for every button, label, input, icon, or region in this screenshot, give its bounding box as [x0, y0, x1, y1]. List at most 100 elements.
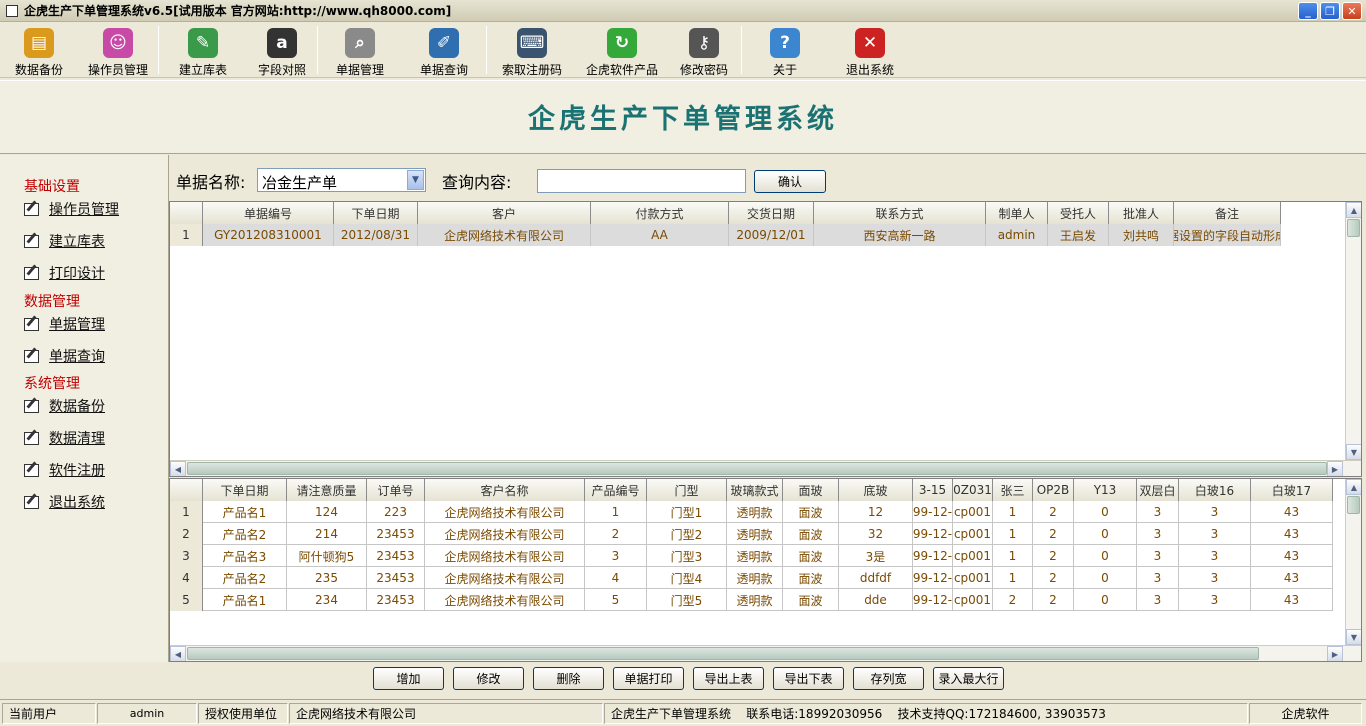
table-cell[interactable]: 23453 [367, 567, 425, 589]
sidebar-item-1-0[interactable]: 单据管理 [24, 314, 105, 334]
table-cell[interactable]: 企虎网络技术有限公司 [425, 545, 585, 567]
table-cell[interactable]: 214 [287, 523, 367, 545]
table-cell[interactable]: cp001 [953, 501, 993, 523]
scroll-down-icon[interactable]: ▼ [1346, 444, 1361, 460]
table-cell[interactable]: cp001 [953, 523, 993, 545]
table-cell[interactable]: 产品名2 [203, 523, 287, 545]
column-header[interactable]: 双层白 [1137, 479, 1179, 501]
table-cell[interactable]: 2009/12/01 [729, 224, 814, 246]
column-header[interactable]: 张三 [993, 479, 1033, 501]
table-cell[interactable]: 0 [1074, 589, 1137, 611]
action-button-7[interactable]: 录入最大行 [933, 667, 1004, 690]
toolbar-button-5[interactable]: ✐ 单据查询 [402, 22, 486, 78]
table-cell[interactable]: 3 [585, 545, 647, 567]
table-cell[interactable]: 899-12-3 [913, 523, 953, 545]
toolbar-button-8[interactable]: ⚷ 修改密码 [667, 22, 741, 78]
scroll-thumb[interactable] [1347, 219, 1360, 237]
table-cell[interactable]: 企虎网络技术有限公司 [425, 567, 585, 589]
column-header[interactable]: 门型 [647, 479, 727, 501]
table-cell[interactable]: 3 [1179, 523, 1251, 545]
action-button-2[interactable]: 删除 [533, 667, 604, 690]
table-cell[interactable]: cp001 [953, 545, 993, 567]
action-button-0[interactable]: 增加 [373, 667, 444, 690]
column-header[interactable]: 订单号 [367, 479, 425, 501]
table-cell[interactable]: dde [839, 589, 913, 611]
column-header[interactable]: 白玻16 [1179, 479, 1251, 501]
table-cell[interactable]: 3 [1179, 589, 1251, 611]
column-header[interactable]: 制单人 [986, 202, 1048, 224]
table-cell[interactable]: 2 [1033, 501, 1074, 523]
table-cell[interactable]: 223 [367, 501, 425, 523]
table-cell[interactable]: 阿什顿狗5 [287, 545, 367, 567]
column-header[interactable]: 下单日期 [203, 479, 287, 501]
table-cell[interactable]: 产品名1 [203, 501, 287, 523]
horizontal-scrollbar[interactable]: ◀ ▶ [170, 645, 1361, 661]
table-cell[interactable]: 2012/08/31 [334, 224, 418, 246]
column-header[interactable]: 受托人 [1048, 202, 1109, 224]
query-input[interactable] [537, 169, 746, 193]
table-cell[interactable]: 0 [1074, 545, 1137, 567]
table-cell[interactable]: 899-12-3 [913, 567, 953, 589]
table-cell[interactable]: 产品名2 [203, 567, 287, 589]
table-cell[interactable]: 面波 [783, 567, 839, 589]
table-cell[interactable]: 0 [1074, 523, 1137, 545]
table-cell[interactable]: 门型2 [647, 523, 727, 545]
table-cell[interactable]: 2 [1033, 567, 1074, 589]
column-header[interactable]: 联系方式 [814, 202, 986, 224]
table-cell[interactable]: 43 [1251, 523, 1333, 545]
table-cell[interactable]: ddfdf [839, 567, 913, 589]
table-cell[interactable]: 王启发 [1048, 224, 1109, 246]
table-cell[interactable]: 235 [287, 567, 367, 589]
action-button-6[interactable]: 存列宽 [853, 667, 924, 690]
column-header[interactable]: 玻璃款式 [727, 479, 783, 501]
table-cell[interactable]: 面波 [783, 589, 839, 611]
table-cell[interactable]: 3是 [839, 545, 913, 567]
table-cell[interactable]: 899-12-3 [913, 501, 953, 523]
table-cell[interactable]: 产品名1 [203, 589, 287, 611]
column-header[interactable]: 面玻 [783, 479, 839, 501]
table-cell[interactable]: 43 [1251, 589, 1333, 611]
column-header[interactable]: 备注 [1174, 202, 1281, 224]
table-cell[interactable]: 1 [585, 501, 647, 523]
table-cell[interactable]: 1 [993, 501, 1033, 523]
scroll-thumb[interactable] [1347, 496, 1360, 514]
table-cell[interactable]: 企虎网络技术有限公司 [418, 224, 591, 246]
table-cell[interactable]: 12 [839, 501, 913, 523]
table-cell[interactable]: 企虎网络技术有限公司 [425, 523, 585, 545]
table-cell[interactable]: 3 [1179, 501, 1251, 523]
column-header[interactable]: Y13 [1074, 479, 1137, 501]
table-cell[interactable]: 3 [1137, 501, 1179, 523]
toolbar-button-2[interactable]: ✎ 建立库表 [159, 22, 247, 78]
action-button-3[interactable]: 单据打印 [613, 667, 684, 690]
vertical-scrollbar[interactable]: ▲ ▼ [1345, 202, 1361, 460]
table-cell[interactable]: 23453 [367, 545, 425, 567]
column-header[interactable]: 白玻17 [1251, 479, 1333, 501]
column-header[interactable]: 底玻 [839, 479, 913, 501]
sidebar-item-2-2[interactable]: 软件注册 [24, 460, 105, 480]
table-cell[interactable]: 124 [287, 501, 367, 523]
table-row[interactable]: 2产品名221423453企虎网络技术有限公司2门型2透明款面波32899-12… [170, 523, 1333, 545]
table-cell[interactable]: 2 [1033, 523, 1074, 545]
master-grid[interactable]: 单据编号 下单日期 客户 付款方式 交货日期 联系方式 制单人 受托人 批准人 备注 1 GY2012… [169, 201, 1362, 477]
table-cell[interactable]: 面波 [783, 523, 839, 545]
column-header[interactable]: 客户 [418, 202, 591, 224]
column-header[interactable]: 产品编号 [585, 479, 647, 501]
table-cell[interactable]: 面波 [783, 501, 839, 523]
scroll-right-icon[interactable]: ▶ [1327, 646, 1343, 661]
confirm-button[interactable]: 确认 [754, 170, 826, 193]
table-cell[interactable]: 1 [993, 545, 1033, 567]
scroll-right-icon[interactable]: ▶ [1327, 461, 1343, 476]
toolbar-button-0[interactable]: ▤ 数据备份 [0, 22, 78, 78]
vertical-scrollbar[interactable]: ▲ ▼ [1345, 479, 1361, 645]
table-cell[interactable]: 透明款 [727, 567, 783, 589]
table-cell[interactable]: 3 [1137, 589, 1179, 611]
table-cell[interactable]: 23453 [367, 523, 425, 545]
scroll-left-icon[interactable]: ◀ [170, 461, 186, 476]
column-header[interactable]: 批准人 [1109, 202, 1174, 224]
table-cell[interactable]: 2 [585, 523, 647, 545]
table-cell[interactable]: 2 [1033, 545, 1074, 567]
table-cell[interactable]: 43 [1251, 567, 1333, 589]
doc-name-select[interactable]: 冶金生产单 ▼ [257, 168, 426, 192]
table-cell[interactable]: 3 [1137, 545, 1179, 567]
column-header[interactable]: OP2B [1033, 479, 1074, 501]
